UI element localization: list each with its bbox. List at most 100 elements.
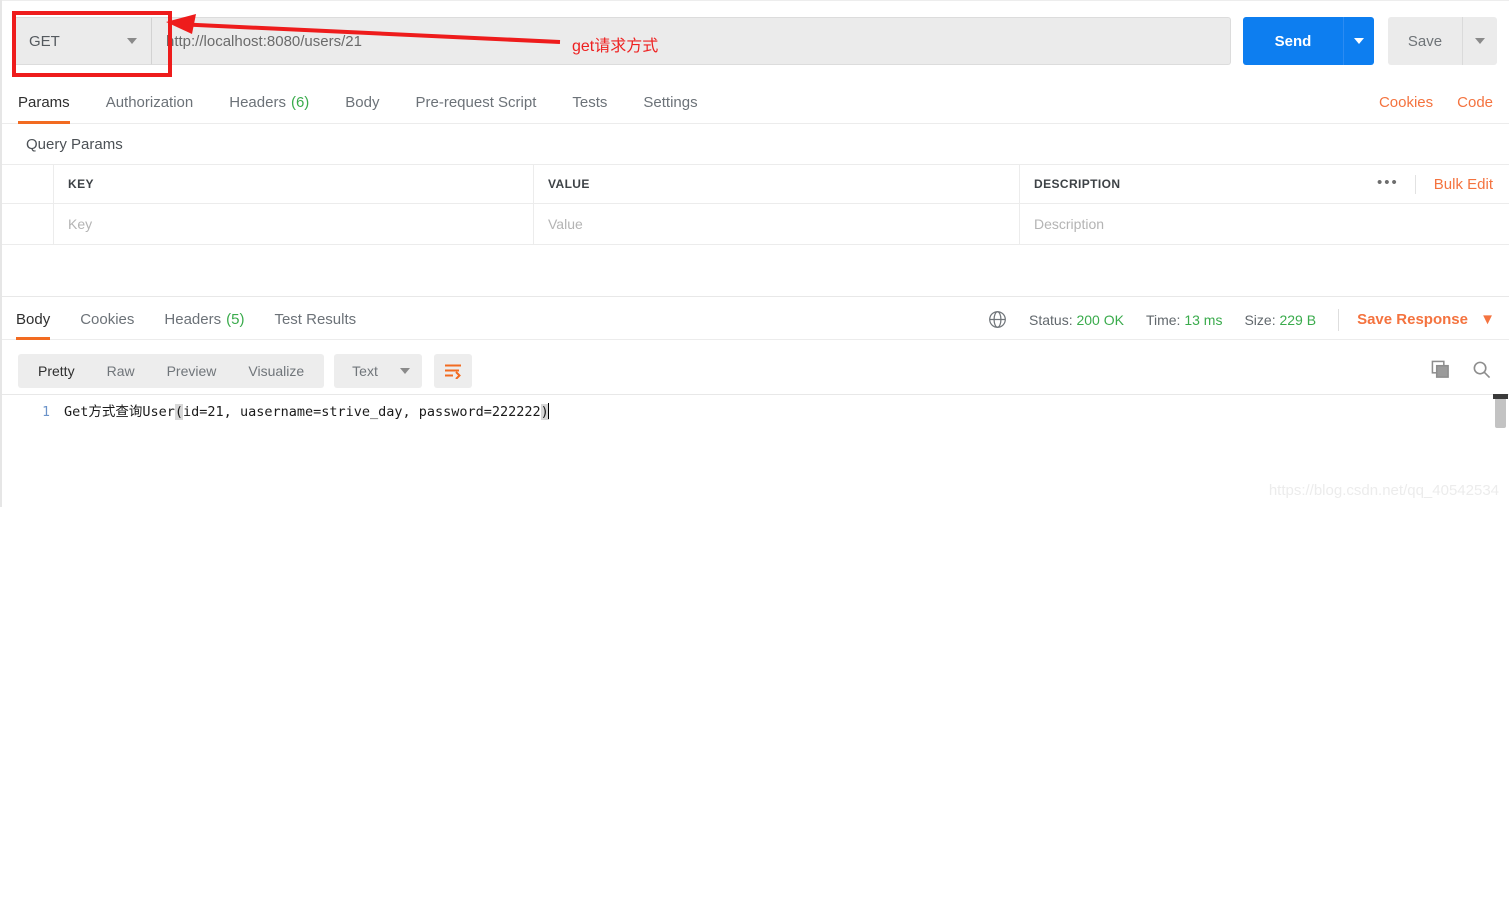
body-view-visualize[interactable]: Visualize: [232, 354, 320, 388]
tab-headers[interactable]: Headers (6): [229, 82, 309, 124]
http-method-label: GET: [29, 32, 60, 50]
params-empty-area: [2, 242, 1509, 297]
row-key-placeholder: Key: [68, 216, 93, 232]
body-view-visualize-label: Visualize: [248, 363, 305, 379]
tab-settings[interactable]: Settings: [643, 82, 697, 124]
tab-params[interactable]: Params: [18, 82, 70, 124]
request-bar: GET http://localhost:8080/users/21 Send …: [2, 0, 1509, 82]
chevron-down-icon: [127, 38, 137, 44]
response-tab-body[interactable]: Body: [16, 300, 51, 340]
bulk-edit-link[interactable]: Bulk Edit: [1434, 176, 1493, 193]
response-body-actions: [1409, 360, 1509, 382]
code-link[interactable]: Code: [1457, 94, 1493, 111]
postman-window: GET http://localhost:8080/users/21 Send …: [0, 0, 1509, 507]
response-tab-test-results-label: Test Results: [274, 311, 357, 328]
annotation-label: get请求方式: [572, 38, 659, 55]
table-header-actions: ••• Bulk Edit: [1361, 174, 1509, 194]
time-label: Time:: [1145, 311, 1181, 328]
editor-scrollbar[interactable]: [1495, 398, 1506, 428]
text-cursor: [547, 403, 549, 419]
cookies-link[interactable]: Cookies: [1379, 94, 1433, 111]
scrollbar-cap: [1493, 394, 1508, 399]
row-key-input[interactable]: Key: [54, 204, 534, 244]
tab-authorization-label: Authorization: [105, 94, 194, 111]
header-key-label: KEY: [68, 177, 94, 191]
row-value-placeholder: Value: [548, 216, 583, 232]
table-header-row: KEY VALUE DESCRIPTION ••• Bulk Edit: [2, 164, 1509, 204]
query-params-table: KEY VALUE DESCRIPTION ••• Bulk Edit Key …: [2, 164, 1509, 245]
globe-icon[interactable]: [988, 310, 1007, 329]
response-tab-test-results[interactable]: Test Results: [274, 300, 356, 340]
copy-button[interactable]: [1431, 360, 1450, 382]
header-value-label: VALUE: [548, 177, 590, 191]
code-line: 1 Get方式查询User(id=21, uasername=strive_da…: [2, 395, 1509, 422]
response-tab-cookies[interactable]: Cookies: [80, 300, 134, 340]
search-button[interactable]: [1472, 360, 1491, 382]
row-description-input[interactable]: Description: [1020, 204, 1509, 244]
line-number: 1: [42, 405, 50, 420]
body-view-preview[interactable]: Preview: [151, 354, 233, 388]
status-label: Status:: [1029, 311, 1073, 328]
tab-pre-request-script-label: Pre-request Script: [415, 94, 537, 111]
meta-divider: [1338, 308, 1340, 331]
body-format-dropdown[interactable]: Text: [334, 354, 423, 388]
send-button[interactable]: Send: [1243, 17, 1343, 65]
response-tab-headers[interactable]: Headers (5): [164, 300, 244, 340]
response-tab-headers-label: Headers: [164, 311, 222, 328]
url-text: http://localhost:8080/users/21: [166, 32, 362, 50]
size-value: 229 B: [1279, 311, 1317, 328]
request-tab-bar: Params Authorization Headers (6) Body Pr…: [2, 82, 1509, 124]
url-input[interactable]: http://localhost:8080/users/21: [152, 17, 1231, 65]
save-response-label: Save Response: [1357, 311, 1468, 328]
send-button-group: Send: [1243, 17, 1374, 65]
request-tab-bar-actions: Cookies Code: [1355, 94, 1509, 111]
tab-body[interactable]: Body: [345, 82, 379, 124]
send-label: Send: [1274, 32, 1312, 50]
response-tab-cookies-label: Cookies: [80, 311, 135, 328]
word-wrap-icon: [445, 364, 462, 379]
chevron-down-icon: [1475, 38, 1485, 44]
status-value: 200 OK: [1076, 311, 1124, 328]
watermark: https://blog.csdn.net/qq_40542534: [1268, 482, 1499, 499]
search-icon: [1473, 361, 1491, 379]
tab-pre-request-script[interactable]: Pre-request Script: [416, 82, 537, 124]
time-meta: Time: 13 ms: [1146, 312, 1223, 328]
tab-settings-label: Settings: [643, 94, 698, 111]
ellipsis-icon[interactable]: •••: [1361, 174, 1416, 194]
size-label: Size:: [1244, 311, 1276, 328]
size-meta: Size: 229 B: [1244, 312, 1316, 328]
tab-body-label: Body: [345, 94, 380, 111]
copy-icon: [1431, 360, 1449, 378]
body-view-pretty-label: Pretty: [38, 363, 75, 379]
response-tab-headers-count: (5): [226, 311, 245, 328]
http-method-dropdown[interactable]: GET: [12, 17, 152, 65]
body-view-raw[interactable]: Raw: [91, 354, 151, 388]
save-options-button[interactable]: [1462, 17, 1497, 65]
tab-authorization[interactable]: Authorization: [106, 82, 194, 124]
row-value-input[interactable]: Value: [534, 204, 1020, 244]
row-description-placeholder: Description: [1034, 216, 1105, 232]
row-select-checkbox[interactable]: [2, 204, 54, 244]
tab-tests-label: Tests: [572, 94, 608, 111]
save-label: Save: [1407, 32, 1443, 50]
time-value: 13 ms: [1184, 311, 1223, 328]
code-content: Get方式查询User(id=21, uasername=strive_day,…: [64, 403, 549, 422]
save-button[interactable]: Save: [1388, 17, 1462, 65]
table-row: Key Value Description: [2, 204, 1509, 245]
save-response-button[interactable]: Save Response ▼: [1357, 311, 1495, 328]
tab-params-label: Params: [18, 94, 70, 111]
code-open-paren: (: [174, 404, 184, 420]
body-view-switcher: Pretty Raw Preview Visualize: [18, 354, 325, 388]
response-tab-body-label: Body: [16, 311, 51, 328]
send-options-button[interactable]: [1343, 17, 1374, 65]
status-meta: Status: 200 OK: [1029, 312, 1124, 328]
body-format-value: Text: [352, 363, 378, 379]
code-segment-before: Get方式查询User: [64, 404, 175, 420]
tab-tests[interactable]: Tests: [572, 82, 607, 124]
body-view-preview-label: Preview: [166, 363, 217, 379]
word-wrap-button[interactable]: [434, 354, 473, 388]
header-select-all-cell: [2, 165, 54, 203]
header-description-label: DESCRIPTION: [1034, 177, 1121, 191]
code-segment-middle: id=21, uasername=strive_day, password=22…: [183, 404, 541, 420]
body-view-pretty[interactable]: Pretty: [22, 354, 91, 388]
